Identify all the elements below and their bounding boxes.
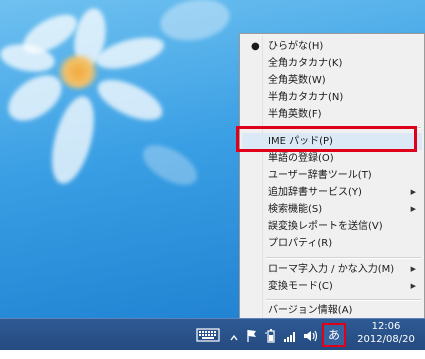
submenu-arrow-icon: ▶ — [410, 188, 416, 196]
show-hidden-icons-chevron[interactable] — [229, 327, 239, 341]
menu-item-label: プロパティ(R) — [268, 238, 333, 249]
submenu-arrow-icon: ▶ — [410, 205, 416, 213]
menu-item-label: 全角英数(W) — [268, 75, 326, 86]
menu-item-search-function[interactable]: 検索機能(S) ▶ — [242, 201, 422, 218]
menu-item-user-dictionary-tool[interactable]: ユーザー辞書ツール(T) — [242, 167, 422, 184]
menu-item-label: 誤変換レポートを送信(V) — [268, 221, 383, 232]
network-signal-icon[interactable] — [283, 326, 297, 342]
menu-item-zenkaku-katakana[interactable]: 全角カタカナ(K) — [242, 55, 422, 72]
menu-item-word-register[interactable]: 単語の登録(O) — [242, 150, 422, 167]
menu-item-label: 全角カタカナ(K) — [268, 58, 343, 69]
menu-item-version-info[interactable]: バージョン情報(A) — [242, 302, 422, 319]
battery-icon[interactable] — [264, 326, 278, 343]
menu-item-romaji-kana-input[interactable]: ローマ字入力 / かな入力(M) ▶ — [242, 261, 422, 278]
menu-item-hiragana[interactable]: ● ひらがな(H) — [242, 38, 422, 55]
menu-item-label: 追加辞書サービス(Y) — [268, 187, 362, 198]
ime-mode-button[interactable]: あ — [322, 323, 346, 347]
menu-item-label: ひらがな(H) — [268, 41, 324, 52]
volume-icon[interactable] — [302, 326, 318, 342]
menu-item-label: 単語の登録(O) — [268, 153, 334, 164]
wallpaper-petal — [157, 0, 233, 46]
menu-item-label: 変換モード(C) — [268, 281, 333, 292]
taskbar-clock[interactable]: 12:06 2012/08/20 — [350, 320, 422, 346]
menu-item-conversion-mode[interactable]: 変換モード(C) ▶ — [242, 278, 422, 295]
menu-item-label: ローマ字入力 / かな入力(M) — [268, 264, 395, 275]
menu-item-label: 検索機能(S) — [268, 204, 323, 215]
menu-item-label: バージョン情報(A) — [268, 305, 353, 316]
menu-item-send-conversion-report[interactable]: 誤変換レポートを送信(V) — [242, 218, 422, 235]
menu-item-label: 半角英数(F) — [268, 109, 322, 120]
menu-separator — [266, 299, 421, 301]
menu-item-hankaku-eisu[interactable]: 半角英数(F) — [242, 106, 422, 123]
ime-context-menu: ● ひらがな(H) 全角カタカナ(K) 全角英数(W) 半角カタカナ(N) 半角… — [239, 33, 425, 321]
menu-item-properties[interactable]: プロパティ(R) — [242, 235, 422, 252]
clock-date: 2012/08/20 — [357, 334, 415, 345]
menu-item-additional-dictionary-service[interactable]: 追加辞書サービス(Y) ▶ — [242, 184, 422, 201]
menu-item-label: 半角カタカナ(N) — [268, 92, 344, 103]
clock-time: 12:06 — [371, 321, 401, 332]
submenu-arrow-icon: ▶ — [410, 282, 416, 290]
wallpaper-petal — [91, 71, 169, 129]
menu-item-zenkaku-eisu[interactable]: 全角英数(W) — [242, 72, 422, 89]
menu-item-hankaku-katakana[interactable]: 半角カタカナ(N) — [242, 89, 422, 106]
submenu-arrow-icon: ▶ — [410, 265, 416, 273]
keyboard-icon[interactable] — [196, 325, 220, 345]
ime-pad-highlight-box — [236, 126, 417, 152]
menu-item-label: ユーザー辞書ツール(T) — [268, 170, 372, 181]
menu-separator — [266, 257, 421, 259]
wallpaper-flower-center — [58, 55, 98, 89]
selected-bullet-icon: ● — [251, 41, 260, 52]
wallpaper-petal — [136, 137, 204, 193]
flag-icon[interactable] — [246, 326, 258, 342]
